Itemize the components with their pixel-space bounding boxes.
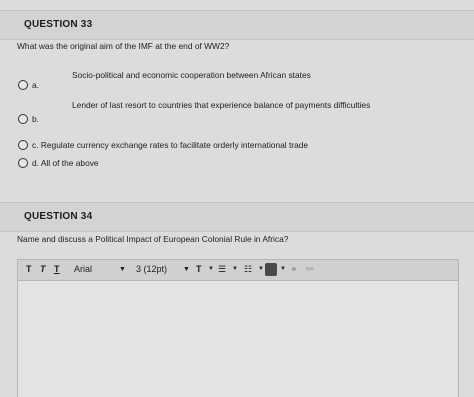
text-format-button[interactable]: T: [196, 264, 202, 274]
question-33-prompt: What was the original aim of the IMF at …: [17, 41, 230, 51]
radio-option-d[interactable]: [18, 158, 28, 168]
option-d-text[interactable]: d. All of the above: [32, 158, 99, 168]
answer-editor[interactable]: T T T Arial ▼ 3 (12pt) ▼ T ▼ ☰ ▼ ☷ ▼ ▼ ⚭…: [17, 259, 459, 397]
question-34-prompt: Name and discuss a Political Impact of E…: [17, 234, 289, 244]
font-size-dropdown-icon[interactable]: ▼: [183, 266, 190, 273]
question-34-header: QUESTION 34: [0, 202, 474, 232]
option-a-letter: a.: [32, 80, 39, 90]
question-34-title: QUESTION 34: [24, 211, 93, 222]
font-family-select[interactable]: Arial: [74, 264, 92, 274]
radio-option-a[interactable]: [18, 80, 28, 90]
option-b-letter: b.: [32, 114, 39, 124]
radio-option-b[interactable]: [18, 114, 28, 124]
link-icon[interactable]: ⚭: [290, 264, 298, 275]
italic-button[interactable]: T: [40, 264, 46, 274]
numbered-list-icon[interactable]: ☷: [244, 264, 252, 275]
question-33-header: QUESTION 33: [0, 10, 474, 40]
font-size-select[interactable]: 3 (12pt): [136, 264, 167, 274]
insert-content-dropdown-icon[interactable]: ▼: [280, 266, 286, 272]
numbered-list-dropdown-icon[interactable]: ▼: [258, 266, 264, 272]
option-c-text[interactable]: c. Regulate currency exchange rates to f…: [32, 140, 308, 150]
option-b-text[interactable]: Lender of last resort to countries that …: [72, 100, 370, 110]
insert-content-icon[interactable]: [265, 263, 277, 276]
underline-button[interactable]: T: [54, 264, 60, 274]
bold-button[interactable]: T: [26, 264, 32, 274]
editor-toolbar: T T T Arial ▼ 3 (12pt) ▼ T ▼ ☰ ▼ ☷ ▼ ▼ ⚭…: [18, 260, 458, 281]
unlink-icon[interactable]: ⚯: [306, 264, 314, 275]
text-format-dropdown-icon[interactable]: ▼: [208, 266, 214, 272]
bullet-list-dropdown-icon[interactable]: ▼: [232, 266, 238, 272]
font-family-dropdown-icon[interactable]: ▼: [119, 266, 126, 273]
radio-option-c[interactable]: [18, 140, 28, 150]
bullet-list-icon[interactable]: ☰: [218, 264, 226, 275]
question-33-title: QUESTION 33: [24, 19, 93, 30]
option-a-text[interactable]: Socio-political and economic cooperation…: [72, 70, 311, 80]
